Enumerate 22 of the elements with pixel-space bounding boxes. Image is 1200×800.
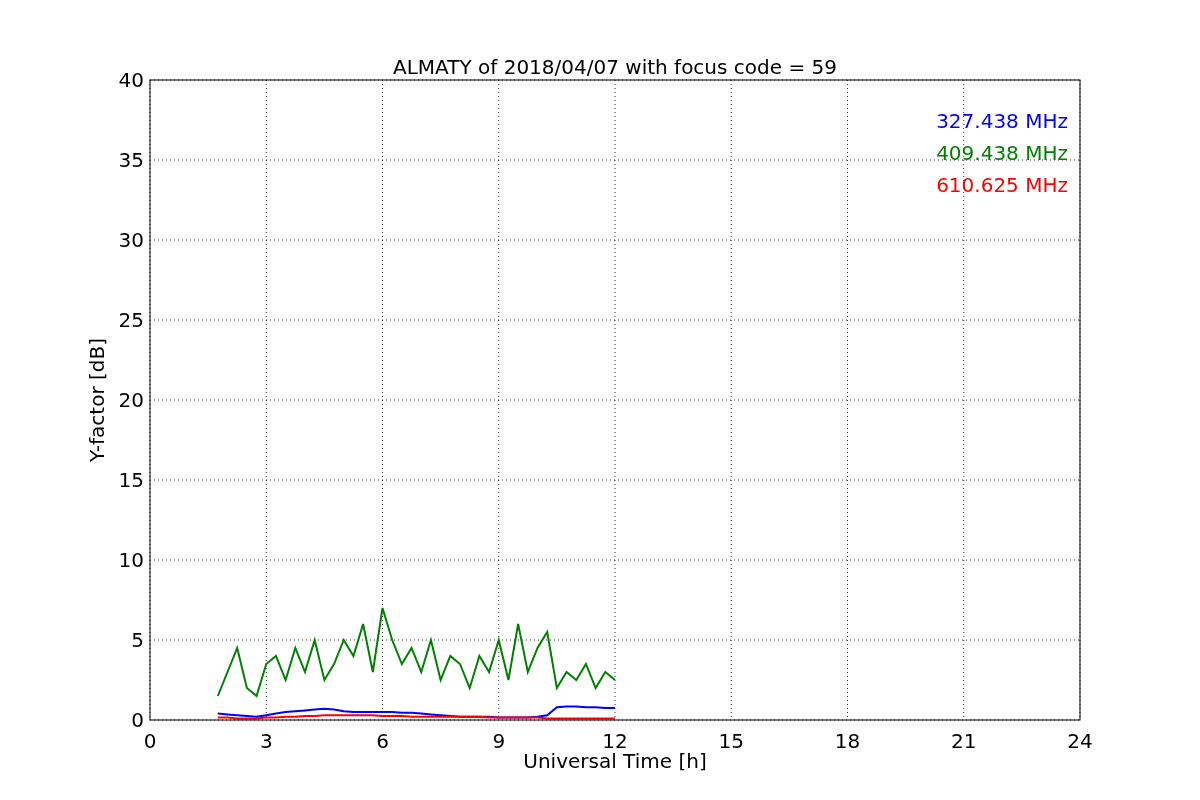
x-tick-label: 6 (376, 729, 389, 753)
legend-label: 610.625 MHz (936, 173, 1068, 197)
y-axis-label: Y-factor [dB] (85, 338, 109, 462)
y-tick-label: 30 (118, 228, 144, 252)
y-tick-label: 20 (118, 388, 144, 412)
legend-label: 327.438 MHz (936, 109, 1068, 133)
x-tick-label: 3 (259, 729, 273, 753)
x-tick-label: 0 (143, 729, 157, 753)
x-tick-label: 15 (718, 729, 744, 753)
y-tick-label: 15 (118, 468, 144, 492)
y-tick-label: 5 (131, 628, 144, 652)
x-tick-label: 21 (951, 729, 977, 753)
y-tick-label: 10 (118, 548, 144, 572)
legend-label: 409.438 MHz (936, 141, 1068, 165)
x-tick-label: 9 (492, 729, 506, 753)
y-tick-label: 0 (131, 708, 144, 732)
chart-title: ALMATY of 2018/04/07 with focus code = 59 (393, 55, 837, 79)
x-tick-label: 18 (834, 729, 861, 753)
y-tick-label: 40 (118, 68, 144, 92)
y-tick-label: 25 (118, 308, 144, 332)
x-tick-label: 24 (1067, 729, 1093, 753)
y-tick-label: 35 (118, 148, 144, 172)
